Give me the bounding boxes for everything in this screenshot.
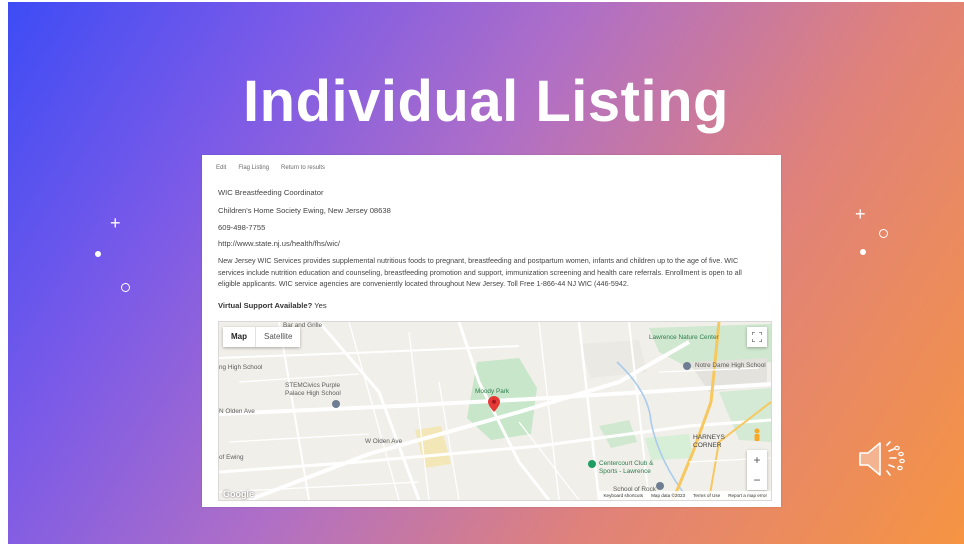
ring-decoration [121,283,130,292]
listing-url[interactable]: http://www.state.nj.us/health/fhs/wic/ [218,239,340,248]
map-data-text: Map data ©2023 [651,493,686,498]
zoom-out-button[interactable]: − [747,470,767,490]
listing-screenshot: Edit Flag Listing Return to results WIC … [202,155,781,507]
listing-name: WIC Breastfeeding Coordinator [218,188,324,197]
map-label-of-ewing: of Ewing [219,454,244,461]
google-logo: Google [223,489,254,499]
map-label-centercourt: Centercourt Club & Sports - Lawrence [599,460,654,475]
keyboard-shortcuts-link[interactable]: Keyboard shortcuts [603,493,643,498]
map-type-map-button[interactable]: Map [223,327,255,347]
pegman-icon[interactable] [752,428,762,444]
map-type-satellite-button[interactable]: Satellite [255,327,300,347]
fullscreen-icon[interactable] [747,327,767,347]
virtual-support: Virtual Support Available? Yes [218,301,327,310]
zoom-control: + − [747,450,767,490]
map-label-olden-ave: N Olden Ave [219,408,255,415]
map-label-lawrence-nature: Lawrence Nature Center [649,334,719,341]
plus-decoration: + [110,213,121,233]
speaker-icon[interactable] [856,440,908,478]
virtual-support-label: Virtual Support Available? [218,301,313,310]
dot-decoration [95,251,101,257]
edit-link[interactable]: Edit [216,165,226,171]
map-type-control: Map Satellite [223,327,301,347]
listing-address: Children's Home Society Ewing, New Jerse… [218,206,391,215]
slide-title: Individual Listing [243,69,729,134]
listing-description: New Jersey WIC Services provides supplem… [218,256,742,288]
map-label-notre-dame: Notre Dame High School [695,362,766,369]
ring-decoration [879,229,888,238]
map-label-stemcivics: STEMCivics Purple Palace High School [285,382,341,397]
embedded-map[interactable]: Bar and Grille ng High School STEMCivics… [218,321,772,501]
return-to-results-link[interactable]: Return to results [281,165,325,171]
plus-decoration: + [855,204,866,224]
map-label-moody-park: Moody Park [475,388,510,395]
virtual-support-value: Yes [314,301,327,310]
map-pin-icon[interactable] [488,396,500,412]
map-footer: Keyboard shortcuts Map data ©2023 Terms … [599,491,771,500]
map-label-w-olden: W Olden Ave [365,438,403,445]
flag-listing-link[interactable]: Flag Listing [238,165,269,171]
dot-decoration [860,249,866,255]
zoom-in-button[interactable]: + [747,450,767,470]
slide: Individual Listing + + Edit Flag Listing… [8,2,964,544]
map-label-high-school: ng High School [219,364,263,371]
map-label-harneys-corner: HARNEYS CORNER [693,434,725,449]
listing-links: Edit Flag Listing Return to results [216,165,325,171]
listing-phone: 609-498-7755 [218,223,266,232]
terms-link[interactable]: Terms of Use [693,493,720,498]
report-error-link[interactable]: Report a map error [728,493,767,498]
